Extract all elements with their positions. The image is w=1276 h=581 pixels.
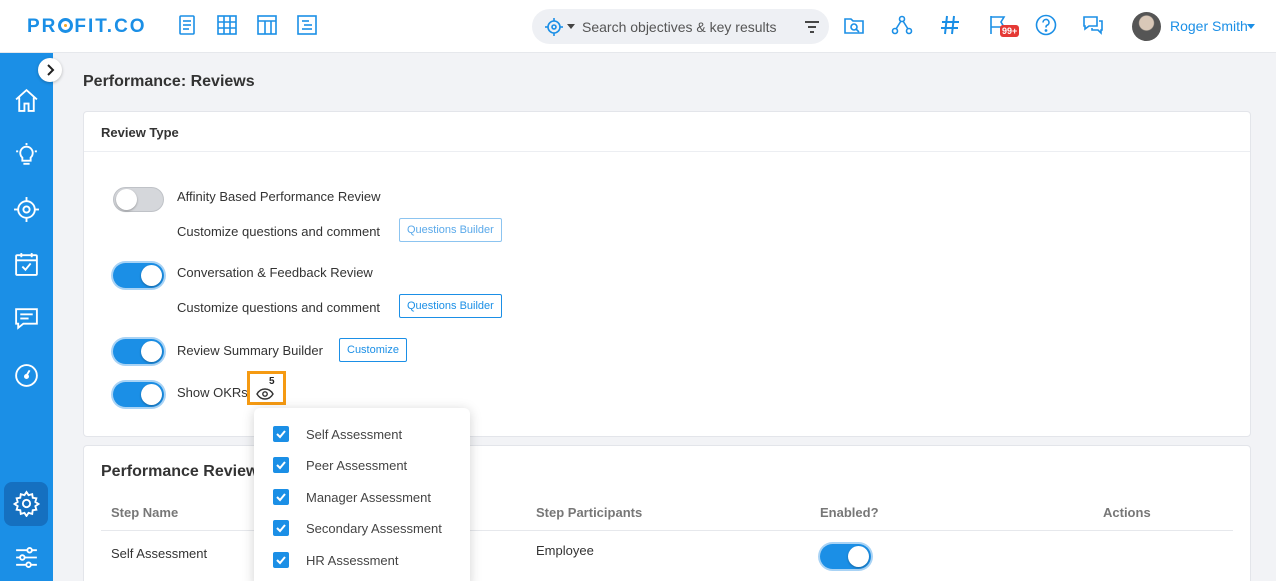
feedback-icon[interactable] <box>13 305 40 332</box>
checkbox-checked[interactable] <box>273 489 289 505</box>
row-step-name: Self Assessment <box>111 546 208 561</box>
sliders-icon[interactable] <box>13 544 40 571</box>
show-okrs-toggle[interactable] <box>113 382 164 407</box>
toggle-knob <box>116 189 137 210</box>
checkbox-checked[interactable] <box>273 552 289 568</box>
checkmark-icon <box>276 524 286 533</box>
target-icon[interactable] <box>13 196 40 223</box>
chevron-down-icon[interactable] <box>1247 24 1255 29</box>
okr-option-manager-assessment[interactable]: Manager Assessment <box>273 487 463 507</box>
conversation-review-label: Conversation & Feedback Review <box>177 265 373 280</box>
top-bar: PR FIT.CO 99+ Roger Smith <box>0 0 1276 53</box>
checkmark-icon <box>276 556 286 565</box>
conversation-questions-builder-button[interactable]: Questions Builder <box>399 294 502 318</box>
org-chart-icon[interactable] <box>891 14 913 36</box>
gauge-icon[interactable] <box>13 362 40 389</box>
grid-icon[interactable] <box>216 14 238 36</box>
columns-icon[interactable] <box>256 14 278 36</box>
filter-icon[interactable] <box>803 18 821 36</box>
checkmark-icon <box>276 493 286 502</box>
okr-option-hr-assessment[interactable]: HR Assessment <box>273 550 463 570</box>
option-label: Manager Assessment <box>306 490 432 505</box>
notification-badge: 99+ <box>1000 25 1020 37</box>
okr-option-peer-assessment[interactable]: Peer Assessment <box>273 455 463 475</box>
okr-visibility-count: 5 <box>269 376 275 387</box>
eye-icon <box>256 388 274 400</box>
user-name[interactable]: Roger Smith <box>1170 18 1248 34</box>
profit-co-logo[interactable]: PR FIT.CO <box>27 16 147 38</box>
affinity-review-label: Affinity Based Performance Review <box>177 189 381 204</box>
option-label: Self Assessment <box>306 427 403 442</box>
review-summary-label: Review Summary Builder <box>177 343 323 358</box>
chat-icon[interactable] <box>1082 14 1104 36</box>
self-assessment-enabled-toggle[interactable] <box>820 544 871 569</box>
chevron-down-icon[interactable] <box>567 24 575 29</box>
affinity-review-toggle[interactable] <box>113 187 164 212</box>
okr-visibility-dropdown: Self Assessment Peer Assessment Manager … <box>254 408 470 581</box>
okr-option-self-assessment[interactable]: Self Assessment <box>273 424 463 444</box>
checkmark-icon <box>276 461 286 470</box>
help-icon[interactable] <box>1035 14 1057 36</box>
calendar-check-icon[interactable] <box>13 251 40 278</box>
settings-icon[interactable] <box>13 490 40 517</box>
performance-review-title: Performance Review <box>101 463 259 480</box>
lightbulb-icon[interactable] <box>13 142 40 169</box>
folder-search-icon[interactable] <box>843 14 865 36</box>
toggle-knob <box>848 546 869 567</box>
toggle-knob <box>141 265 162 286</box>
sidebar <box>0 53 53 581</box>
toggle-knob <box>141 341 162 362</box>
search-bar <box>532 9 829 44</box>
review-type-title: Review Type <box>101 125 179 140</box>
checkbox-checked[interactable] <box>273 520 289 536</box>
logo-o-mark <box>58 18 74 33</box>
sidebar-expand-button[interactable] <box>38 58 62 82</box>
column-actions: Actions <box>1103 505 1151 520</box>
column-enabled: Enabled? <box>820 505 879 520</box>
option-label: Peer Assessment <box>306 458 408 473</box>
target-filter-icon[interactable] <box>544 17 564 37</box>
hashtag-icon[interactable] <box>939 14 961 36</box>
checkbox-checked[interactable] <box>273 457 289 473</box>
list-document-icon[interactable] <box>296 14 318 36</box>
toggle-knob <box>141 384 162 405</box>
option-label: Secondary Assessment <box>306 521 442 536</box>
affinity-questions-builder-button[interactable]: Questions Builder <box>399 218 502 242</box>
logo-text-pre: PR <box>27 16 58 37</box>
conversation-review-toggle[interactable] <box>113 263 164 288</box>
option-label: HR Assessment <box>306 553 399 568</box>
document-icon[interactable] <box>176 14 198 36</box>
avatar[interactable] <box>1132 12 1161 41</box>
row-participants: Employee <box>536 543 594 558</box>
okr-option-secondary-assessment[interactable]: Secondary Assessment <box>273 518 463 538</box>
home-icon[interactable] <box>13 87 40 114</box>
conversation-customize-label: Customize questions and comment <box>177 300 381 315</box>
search-input[interactable] <box>582 17 792 37</box>
chevron-right-icon <box>47 64 55 76</box>
checkmark-icon <box>276 430 286 439</box>
review-summary-customize-button[interactable]: Customize <box>339 338 407 362</box>
column-step-participants: Step Participants <box>536 505 643 520</box>
okr-visibility-button[interactable]: 5 <box>247 371 286 405</box>
column-step-name: Step Name <box>111 505 179 520</box>
show-okrs-label: Show OKRs <box>177 385 248 400</box>
review-type-header: Review Type <box>84 112 1250 152</box>
affinity-customize-label: Customize questions and comment <box>177 224 381 239</box>
page-title: Performance: Reviews <box>83 73 255 90</box>
review-summary-toggle[interactable] <box>113 339 164 364</box>
checkbox-checked[interactable] <box>273 426 289 442</box>
logo-text-post: FIT.CO <box>74 16 147 37</box>
